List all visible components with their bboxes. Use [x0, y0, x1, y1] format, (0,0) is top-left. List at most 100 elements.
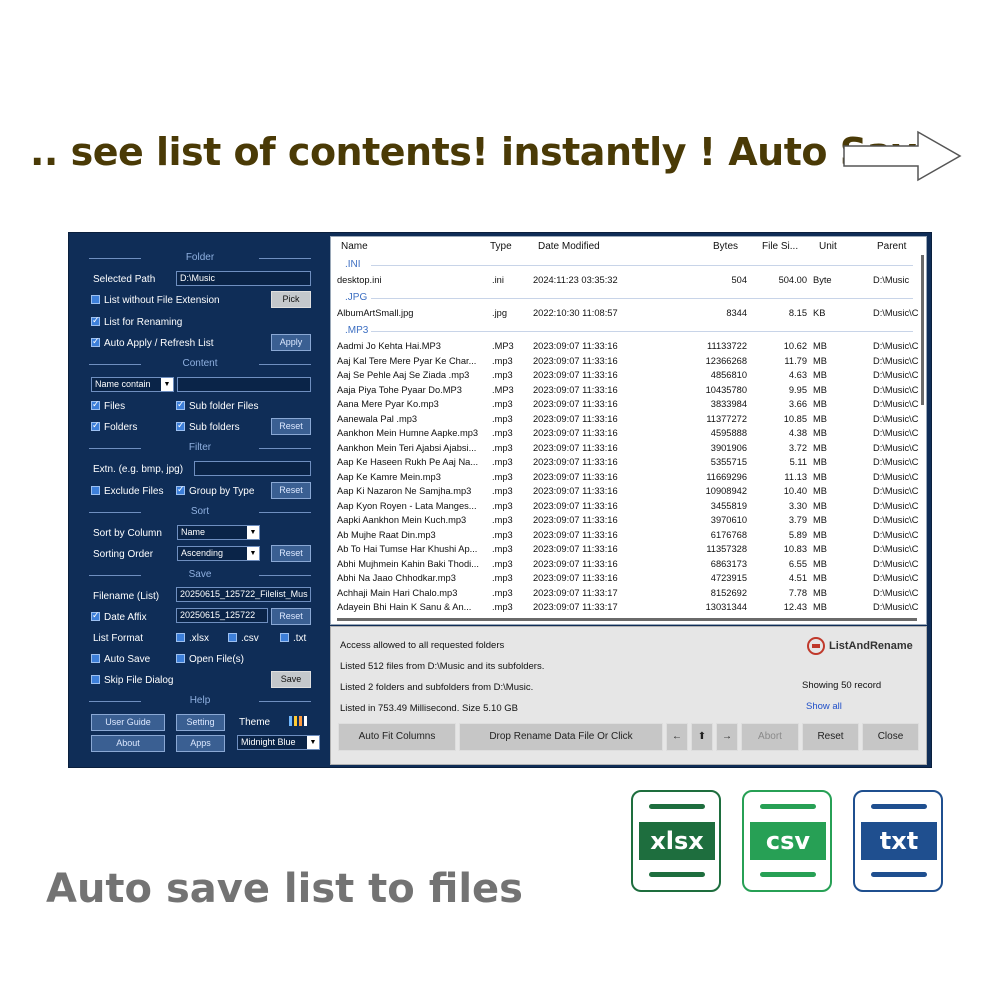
table-row[interactable]: Aanewala Pal .mp3 .mp3 2023:09:07 11:33:16… [331, 412, 921, 427]
table-row[interactable]: Aankhon Mein Teri Ajabsi Ajabsi... .mp3 20… [331, 441, 921, 456]
skip-file-dialog-checkbox[interactable] [91, 675, 100, 684]
open-files-checkbox[interactable] [176, 654, 185, 663]
table-row[interactable]: Abhi Na Jaao Chhodkar.mp3 .mp3 2023:09:07 … [331, 571, 921, 586]
col-parent-header[interactable]: Parent [877, 241, 906, 252]
brand-logo: ListAndRename [807, 637, 913, 655]
cell-name: Aaja Piya Tohe Pyaar Do.MP3 [337, 384, 462, 395]
name-filter-input[interactable] [177, 377, 311, 392]
horizontal-scrollbar[interactable] [337, 618, 917, 621]
sort-reset-button[interactable]: Reset [271, 545, 311, 562]
auto-apply-checkbox[interactable] [91, 336, 100, 347]
abort-button[interactable]: Abort [741, 723, 799, 751]
cell-date: 2023:09:07 11:33:16 [533, 370, 618, 380]
icon-bar [649, 872, 705, 877]
cell-parent: D:\Music\C [873, 587, 919, 598]
filter-reset-button[interactable]: Reset [271, 482, 311, 499]
table-row[interactable]: Aaja Piya Tohe Pyaar Do.MP3 .MP3 2023:09:0… [331, 383, 921, 398]
files-checkbox[interactable] [91, 399, 100, 410]
cell-name: desktop.ini [337, 275, 382, 285]
content-section-header: Content [89, 358, 311, 370]
table-row[interactable]: Aaj Se Pehle Aaj Se Ziada .mp3 .mp3 2023:0… [331, 368, 921, 383]
show-all-link[interactable]: Show all [806, 701, 842, 712]
list-without-ext-checkbox[interactable] [91, 295, 100, 304]
sub-folders-label: Sub folders [189, 422, 240, 433]
close-button[interactable]: Close [862, 723, 919, 751]
theme-select[interactable]: Midnight Blue ▼ [237, 735, 320, 750]
drop-rename-button[interactable]: Drop Rename Data File Or Click [459, 723, 663, 751]
move-up-button[interactable]: ⬆ [691, 723, 713, 751]
icon-bar [649, 804, 705, 809]
table-row[interactable]: Aap Ke Kamre Mein.mp3 .mp3 2023:09:07 11:3… [331, 470, 921, 485]
cell-bytes: 4856810 [710, 370, 747, 380]
apps-button[interactable]: Apps [176, 735, 225, 752]
cell-filesize: 4.63 [788, 370, 807, 380]
xlsx-checkbox[interactable] [176, 633, 185, 642]
list-for-renaming-checkbox[interactable] [91, 315, 100, 326]
csv-checkbox[interactable] [228, 633, 237, 642]
move-left-button[interactable]: ← [666, 723, 688, 751]
reset-button[interactable]: Reset [802, 723, 859, 751]
table-row[interactable]: Aadmi Jo Kehta Hai.MP3 .MP3 2023:09:07 11:… [331, 339, 921, 354]
selected-path-label: Selected Path [93, 274, 156, 285]
cell-unit: MB [813, 442, 827, 453]
filename-field[interactable]: 20250615_125722_Filelist_Mus [176, 587, 311, 602]
save-button[interactable]: Save [271, 671, 311, 688]
auto-save-checkbox[interactable] [91, 654, 100, 663]
col-bytes-header[interactable]: Bytes [713, 241, 738, 252]
cell-date: 2023:09:07 11:33:16 [533, 471, 618, 482]
cell-bytes: 6176768 [710, 529, 747, 540]
group-by-type-checkbox[interactable] [176, 484, 185, 495]
table-row[interactable]: Abhi Mujhmein Kahin Baki Thodi... .mp3 202… [331, 557, 921, 572]
cell-parent: D:\Music\C [873, 355, 919, 366]
txt-checkbox[interactable] [280, 633, 289, 642]
cell-filesize: 11.79 [784, 355, 807, 366]
cell-name: Adayein Bhi Hain K Sanu & An... [337, 602, 472, 612]
extn-input[interactable] [194, 461, 311, 476]
pick-button[interactable]: Pick [271, 291, 311, 308]
table-row[interactable]: Adayein Bhi Hain K Sanu & An... .mp3 2023:… [331, 600, 921, 615]
table-row[interactable]: Ab To Hai Tumse Har Khushi Ap... .mp3 2023… [331, 542, 921, 557]
table-row[interactable]: Aankhon Mein Humne Aapke.mp3 .mp3 2023:09:… [331, 426, 921, 441]
sorting-order-select[interactable]: Ascending ▼ [177, 546, 260, 561]
user-guide-button[interactable]: User Guide [91, 714, 165, 731]
auto-fit-columns-button[interactable]: Auto Fit Columns [338, 723, 456, 751]
table-row[interactable]: Aapki Aankhon Mein Kuch.mp3 .mp3 2023:09:0… [331, 513, 921, 528]
date-affix-checkbox[interactable] [91, 610, 100, 621]
cell-parent: D:\Music\C [873, 308, 919, 318]
file-list[interactable]: Name Type Date Modified Bytes File Si...… [330, 236, 927, 625]
table-row[interactable]: Aap Kyon Royen - Lata Manges... .mp3 2023:… [331, 499, 921, 514]
sub-folder-files-checkbox[interactable] [176, 399, 185, 410]
cell-name: Abhi Na Jaao Chhodkar.mp3 [337, 573, 456, 583]
table-row[interactable]: Ab Mujhe Raat Din.mp3 .mp3 2023:09:07 11:3… [331, 528, 921, 543]
table-row[interactable]: Aana Mere Pyar Ko.mp3 .mp3 2023:09:07 11:3… [331, 397, 921, 412]
col-name-header[interactable]: Name [341, 241, 368, 252]
sort-column-select[interactable]: Name ▼ [177, 525, 260, 540]
cell-unit: Byte [813, 275, 832, 285]
apply-button[interactable]: Apply [271, 334, 311, 351]
table-row[interactable]: Aap Ki Nazaron Ne Samjha.mp3 .mp3 2023:09:… [331, 484, 921, 499]
table-row[interactable]: Achhaji Main Hari Chalo.mp3 .mp3 2023:09:0… [331, 586, 921, 601]
col-date-header[interactable]: Date Modified [538, 241, 600, 252]
about-button[interactable]: About [91, 735, 165, 752]
date-affix-field[interactable]: 20250615_125722 [176, 608, 268, 623]
selected-path-field[interactable]: D:\Music [176, 271, 311, 286]
content-reset-button[interactable]: Reset [271, 418, 311, 435]
folders-checkbox[interactable] [91, 420, 100, 431]
table-row[interactable]: AlbumArtSmall.jpg .jpg 2022:10:30 11:08:57… [331, 306, 921, 321]
move-right-button[interactable]: → [716, 723, 738, 751]
name-filter-select[interactable]: Name contain ▼ [91, 377, 174, 392]
exclude-files-checkbox[interactable] [91, 486, 100, 495]
cell-type: .MP3 [492, 384, 514, 395]
table-row[interactable]: desktop.ini .ini 2024:11:23 03:35:32 504 504… [331, 273, 921, 288]
table-row[interactable]: Aaj Kal Tere Mere Pyar Ke Char... .mp3 202… [331, 354, 921, 369]
col-filesize-header[interactable]: File Si... [762, 241, 798, 252]
cell-date: 2023:09:07 11:33:17 [533, 587, 618, 598]
palette-icon[interactable] [289, 715, 311, 727]
col-type-header[interactable]: Type [490, 241, 512, 252]
table-row[interactable]: Aap Ke Haseen Rukh Pe Aaj Na... .mp3 2023:… [331, 455, 921, 470]
vertical-scrollbar[interactable] [921, 255, 924, 405]
save-reset-button[interactable]: Reset [271, 608, 311, 625]
col-unit-header[interactable]: Unit [819, 241, 837, 252]
setting-button[interactable]: Setting [176, 714, 225, 731]
sub-folders-checkbox[interactable] [176, 420, 185, 431]
